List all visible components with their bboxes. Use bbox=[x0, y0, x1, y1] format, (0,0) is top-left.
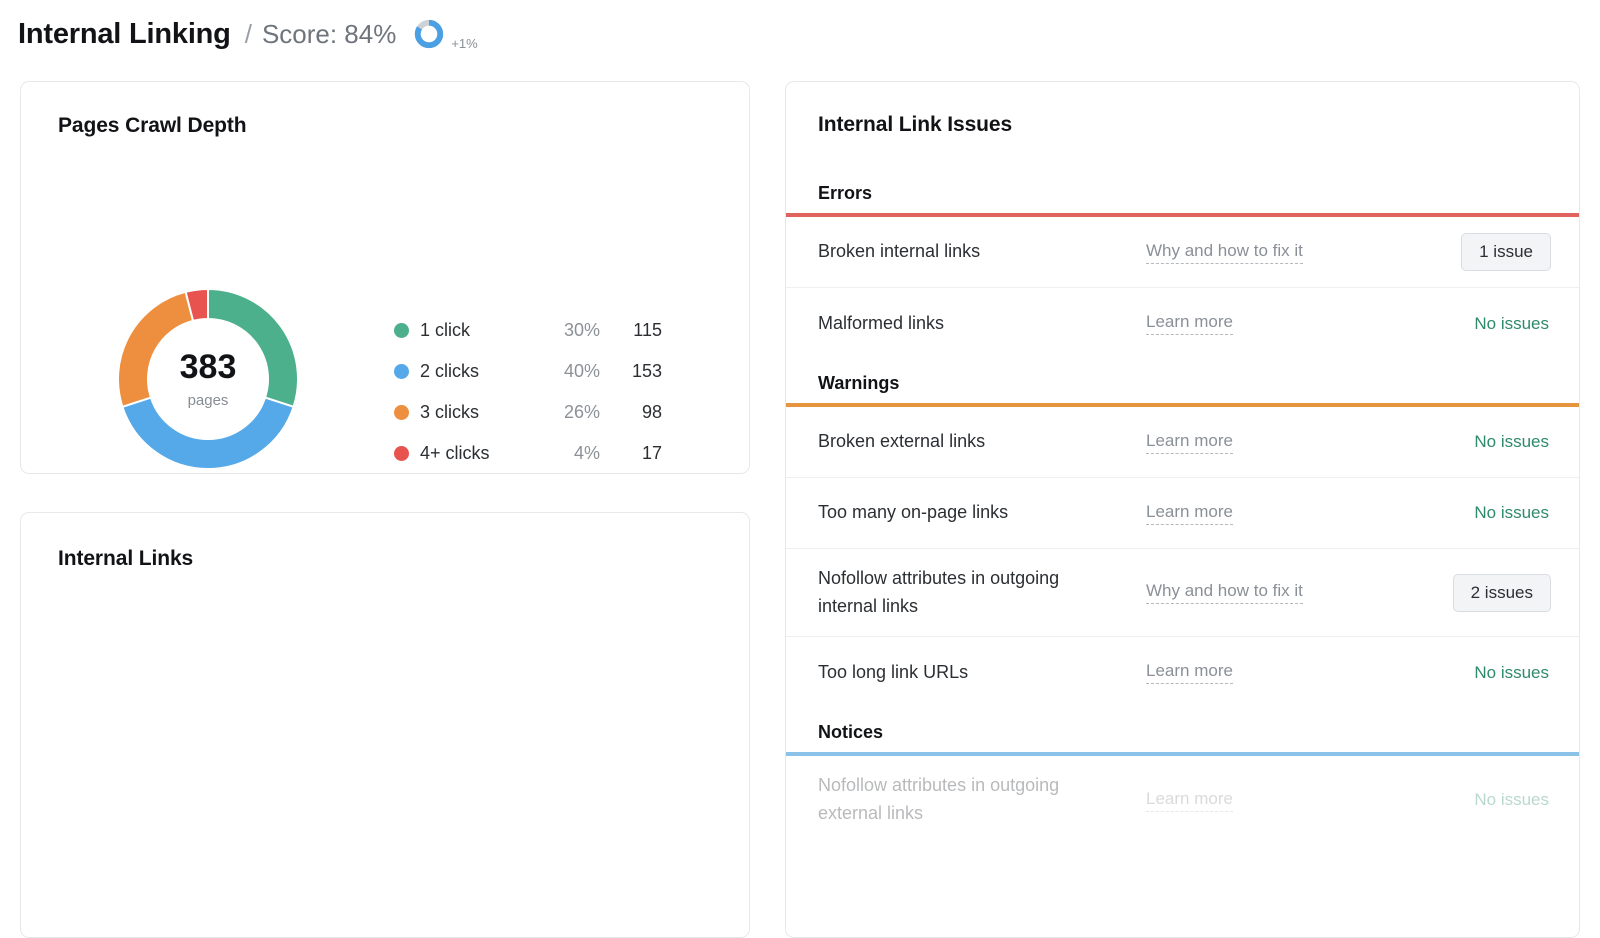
legend-color-dot bbox=[394, 364, 409, 379]
legend-row: 2 clicks40%153 bbox=[394, 351, 694, 392]
page-title: Internal Linking bbox=[18, 18, 231, 51]
issues-section-heading: Warnings bbox=[818, 373, 899, 394]
legend-label: 1 click bbox=[420, 320, 538, 341]
issue-name: Nofollow attributes in outgoing external… bbox=[818, 772, 1118, 828]
issue-help-link[interactable]: Learn more bbox=[1146, 431, 1233, 454]
internal-link-issues-card: Internal Link Issues Errors Broken intern… bbox=[785, 81, 1580, 938]
score-delta: +1% bbox=[451, 36, 477, 56]
legend-count: 115 bbox=[600, 320, 662, 341]
issue-row: Broken external links Learn more No issues bbox=[786, 407, 1580, 478]
score-ring-icon bbox=[414, 19, 444, 49]
issue-row: Nofollow attributes in outgoing internal… bbox=[786, 549, 1580, 637]
issue-help-link[interactable]: Why and how to fix it bbox=[1146, 241, 1303, 264]
internal-links-title: Internal Links bbox=[58, 547, 193, 571]
donut-segment-2-clicks[interactable] bbox=[122, 398, 293, 469]
title-separator: / bbox=[245, 19, 252, 50]
issue-name: Broken internal links bbox=[818, 238, 1118, 266]
legend-percent: 4% bbox=[538, 443, 600, 464]
issue-name: Too many on-page links bbox=[818, 499, 1118, 527]
issue-row: Malformed links Learn more No issues bbox=[786, 288, 1580, 359]
crawl-depth-donut-chart: 383 pages bbox=[73, 244, 343, 514]
legend-count: 98 bbox=[600, 402, 662, 423]
issue-row: Nofollow attributes in outgoing external… bbox=[786, 756, 1580, 844]
issue-row: Broken internal links Why and how to fix … bbox=[786, 217, 1580, 288]
score-text: Score: 84% bbox=[262, 19, 396, 50]
issue-help-link[interactable]: Learn more bbox=[1146, 312, 1233, 335]
legend-percent: 40% bbox=[538, 361, 600, 382]
issue-status: No issues bbox=[1474, 314, 1549, 334]
legend-label: 4+ clicks bbox=[420, 443, 538, 464]
donut-svg bbox=[73, 244, 343, 514]
donut-segment-1-click[interactable] bbox=[208, 289, 298, 407]
legend-row: 4+ clicks4%17 bbox=[394, 433, 694, 474]
issue-row: Too long link URLs Learn more No issues bbox=[786, 637, 1580, 708]
legend-color-dot bbox=[394, 323, 409, 338]
issue-help-link[interactable]: Learn more bbox=[1146, 502, 1233, 525]
legend-label: 2 clicks bbox=[420, 361, 538, 382]
legend-row: 3 clicks26%98 bbox=[394, 392, 694, 433]
legend-percent: 30% bbox=[538, 320, 600, 341]
issue-status: No issues bbox=[1474, 503, 1549, 523]
legend-color-dot bbox=[394, 446, 409, 461]
issue-name: Nofollow attributes in outgoing internal… bbox=[818, 565, 1118, 621]
internal-links-card: Internal Links Incoming Outgoing Pages 2… bbox=[20, 512, 750, 938]
donut-segment-3-clicks[interactable] bbox=[118, 292, 193, 407]
legend-row: 1 click30%115 bbox=[394, 310, 694, 351]
issues-section-heading: Errors bbox=[818, 183, 872, 204]
issue-status: No issues bbox=[1474, 432, 1549, 452]
issue-help-link[interactable]: Learn more bbox=[1146, 661, 1233, 684]
issue-name: Malformed links bbox=[818, 310, 1118, 338]
issue-name: Too long link URLs bbox=[818, 659, 1118, 687]
issue-help-link[interactable]: Learn more bbox=[1146, 789, 1233, 812]
issue-status: No issues bbox=[1474, 790, 1549, 810]
issue-count-badge[interactable]: 2 issues bbox=[1453, 574, 1551, 612]
legend-color-dot bbox=[394, 405, 409, 420]
pages-crawl-depth-title: Pages Crawl Depth bbox=[58, 114, 247, 138]
legend-percent: 26% bbox=[538, 402, 600, 423]
issue-name: Broken external links bbox=[818, 428, 1118, 456]
page-header: Internal Linking / Score: 84% +1% bbox=[18, 12, 478, 56]
issue-row: Too many on-page links Learn more No issue… bbox=[786, 478, 1580, 549]
issues-section-heading: Notices bbox=[818, 722, 883, 743]
issue-help-link[interactable]: Why and how to fix it bbox=[1146, 581, 1303, 604]
legend-count: 153 bbox=[600, 361, 662, 382]
pages-crawl-depth-card: Pages Crawl Depth 383 pages 1 click30%11… bbox=[20, 81, 750, 474]
crawl-depth-legend: 1 click30%1152 clicks40%1533 clicks26%98… bbox=[394, 310, 694, 474]
issue-status: No issues bbox=[1474, 663, 1549, 683]
legend-label: 3 clicks bbox=[420, 402, 538, 423]
issue-count-badge[interactable]: 1 issue bbox=[1461, 233, 1551, 271]
internal-link-issues-title: Internal Link Issues bbox=[818, 113, 1012, 137]
legend-count: 17 bbox=[600, 443, 662, 464]
